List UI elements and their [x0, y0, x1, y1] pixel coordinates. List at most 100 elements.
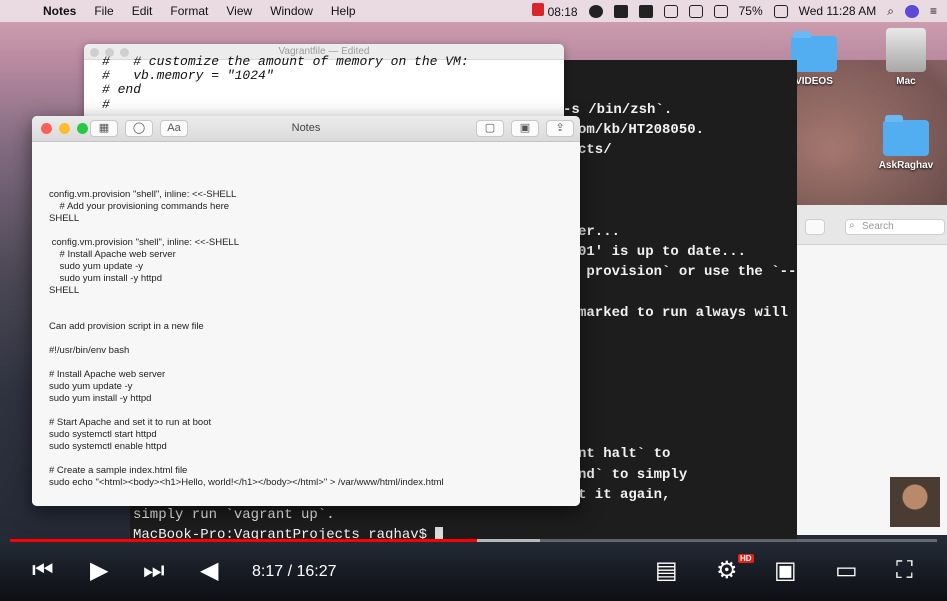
pen-icon[interactable] [613, 4, 628, 18]
terminal-line: simply run `vagrant up`. [133, 507, 335, 523]
gear-icon: ⚙ [716, 557, 738, 584]
menu-edit[interactable]: Edit [123, 4, 162, 18]
textedit-line: # # customize the amount of memory on th… [102, 54, 469, 69]
checklist-icon: ◯ [132, 122, 146, 134]
terminal-line: nd` to simply [578, 467, 688, 483]
desktop-icon-label: AskRaghav [878, 160, 934, 171]
note-line: sudo yum install -y httpd [49, 273, 162, 284]
play-icon: ▶ [90, 557, 109, 584]
terminal-line: t it again, [578, 487, 671, 503]
folder-icon [791, 31, 837, 72]
menu-notes[interactable]: Notes [34, 4, 85, 18]
desktop-icon-label: VIDEOS [795, 76, 833, 87]
minimize-icon[interactable] [59, 123, 70, 134]
shield-icon[interactable] [638, 4, 653, 18]
zoom-icon[interactable] [77, 123, 88, 134]
fullscreen-icon: ⛶ [896, 557, 913, 584]
format-button[interactable]: Aa [160, 120, 188, 137]
table-icon: ▦ [98, 122, 110, 134]
bolt-icon[interactable] [588, 4, 603, 18]
close-icon[interactable] [41, 123, 52, 134]
share-icon: ⇪ [555, 122, 565, 134]
record-icon [532, 3, 545, 16]
menu-file[interactable]: File [85, 4, 122, 18]
terminal-bottom[interactable]: simply run `vagrant up`. MacBook-Pro:Vag… [130, 505, 797, 543]
next-button[interactable]: ⏭ [143, 557, 165, 585]
note-line: # Add your provisioning commands here [49, 201, 230, 212]
note-line: sudo yum update -y [49, 381, 133, 392]
window-traffic-lights [41, 123, 88, 134]
share-button[interactable]: ⇪ [546, 120, 574, 137]
close-icon[interactable] [90, 48, 99, 57]
desktop-folder-askraghav[interactable]: AskRaghav [876, 115, 936, 171]
note-line: Can add provision script in a new file [49, 321, 204, 332]
subtitles-icon: ▤ [655, 557, 678, 584]
menu-view[interactable]: View [217, 4, 261, 18]
user-icon[interactable] [904, 4, 919, 18]
folder-icon [883, 115, 929, 156]
previous-button[interactable]: ⏮ [32, 557, 54, 585]
theater-mode-button[interactable]: ▭ [835, 557, 858, 585]
terminal-line: er... [578, 224, 621, 240]
list-icon[interactable]: ≡ [930, 4, 937, 18]
note-line: # Install Apache web server [49, 369, 166, 380]
theater-icon: ▭ [835, 557, 858, 584]
desktop-icon-label: Mac [896, 76, 916, 87]
note-line: sudo yum install -y httpd [49, 393, 152, 404]
status-area: 08:18 75% Wed 11:28 AM ⌕ ≡ [532, 0, 947, 22]
volume-icon: ◀ [200, 557, 219, 584]
image-icon: ▣ [519, 122, 531, 134]
format-label: Aa [167, 122, 181, 134]
note-line: sudo systemctl start httpd [49, 429, 157, 440]
table-button[interactable]: ▦ [90, 120, 118, 137]
terminal-line: nt halt` to [578, 446, 671, 462]
desktop-drive-mac[interactable]: Mac [876, 28, 936, 87]
time-machine-icon[interactable] [688, 4, 703, 18]
textedit-line: # vb.memory = "1024" [102, 68, 274, 83]
battery-icon[interactable] [773, 4, 788, 18]
video-progress-bar[interactable] [10, 539, 937, 542]
note-line: sudo yum update -y [49, 261, 143, 272]
battery-percent[interactable]: 75% [739, 4, 763, 18]
media-button[interactable]: ▣ [511, 120, 539, 137]
search-icon[interactable]: ⌕ [887, 4, 894, 19]
finder-tag-button[interactable] [805, 219, 825, 235]
settings-button[interactable]: ⚙ [716, 557, 738, 585]
volume-icon[interactable] [713, 4, 728, 18]
note-line: # Install Apache web server [49, 249, 176, 260]
fullscreen-button[interactable]: ⛶ [896, 557, 913, 585]
lock-icon: ▢ [484, 122, 496, 134]
note-line: config.vm.provision "shell", inline: <<-… [49, 237, 239, 248]
notes-window[interactable]: ▦ ◯ Aa Notes ▢ ▣ ⇪ config.vm.provision "… [32, 116, 580, 506]
video-played-bar [10, 539, 478, 542]
miniplayer-button[interactable]: ▣ [774, 557, 797, 585]
menubar-clock[interactable]: Wed 11:28 AM [799, 4, 877, 18]
terminal-line: cts/ [578, 142, 612, 158]
wifi-icon[interactable] [663, 4, 678, 18]
note-editor[interactable]: config.vm.provision "shell", inline: <<-… [32, 142, 580, 506]
finder-search-placeholder: Search [862, 221, 894, 232]
checklist-button[interactable]: ◯ [125, 120, 153, 137]
note-line: #!/usr/bin/env bash [49, 345, 130, 356]
mute-button[interactable]: ◀ [200, 557, 218, 585]
note-line: sudo echo "<html><body><h1>Hello, world!… [49, 477, 444, 488]
subtitles-button[interactable]: ▤ [655, 557, 678, 585]
record-status[interactable]: 08:18 [532, 3, 578, 19]
play-button[interactable]: ▶ [90, 557, 108, 585]
menu-format[interactable]: Format [161, 4, 217, 18]
note-line: SHELL [49, 285, 80, 296]
terminal-line: marked to run always will [578, 305, 789, 321]
note-line: # Create a sample index.html file [49, 465, 188, 476]
note-line: # Start Apache and set it to run at boot [49, 417, 212, 428]
finder-toolbar: Search [797, 205, 947, 245]
menu-window[interactable]: Window [261, 4, 322, 18]
skip-next-icon: ⏭ [143, 557, 165, 584]
note-line: SHELL [49, 213, 80, 224]
menu-help[interactable]: Help [322, 4, 365, 18]
hd-badge: HD [738, 554, 754, 563]
finder-search-field[interactable]: Search [845, 219, 945, 235]
lock-button[interactable]: ▢ [476, 120, 504, 137]
miniplayer-icon: ▣ [774, 557, 797, 584]
note-line: sudo systemctl enable httpd [49, 441, 167, 452]
note-line: config.vm.provision "shell", inline: <<-… [49, 189, 237, 200]
